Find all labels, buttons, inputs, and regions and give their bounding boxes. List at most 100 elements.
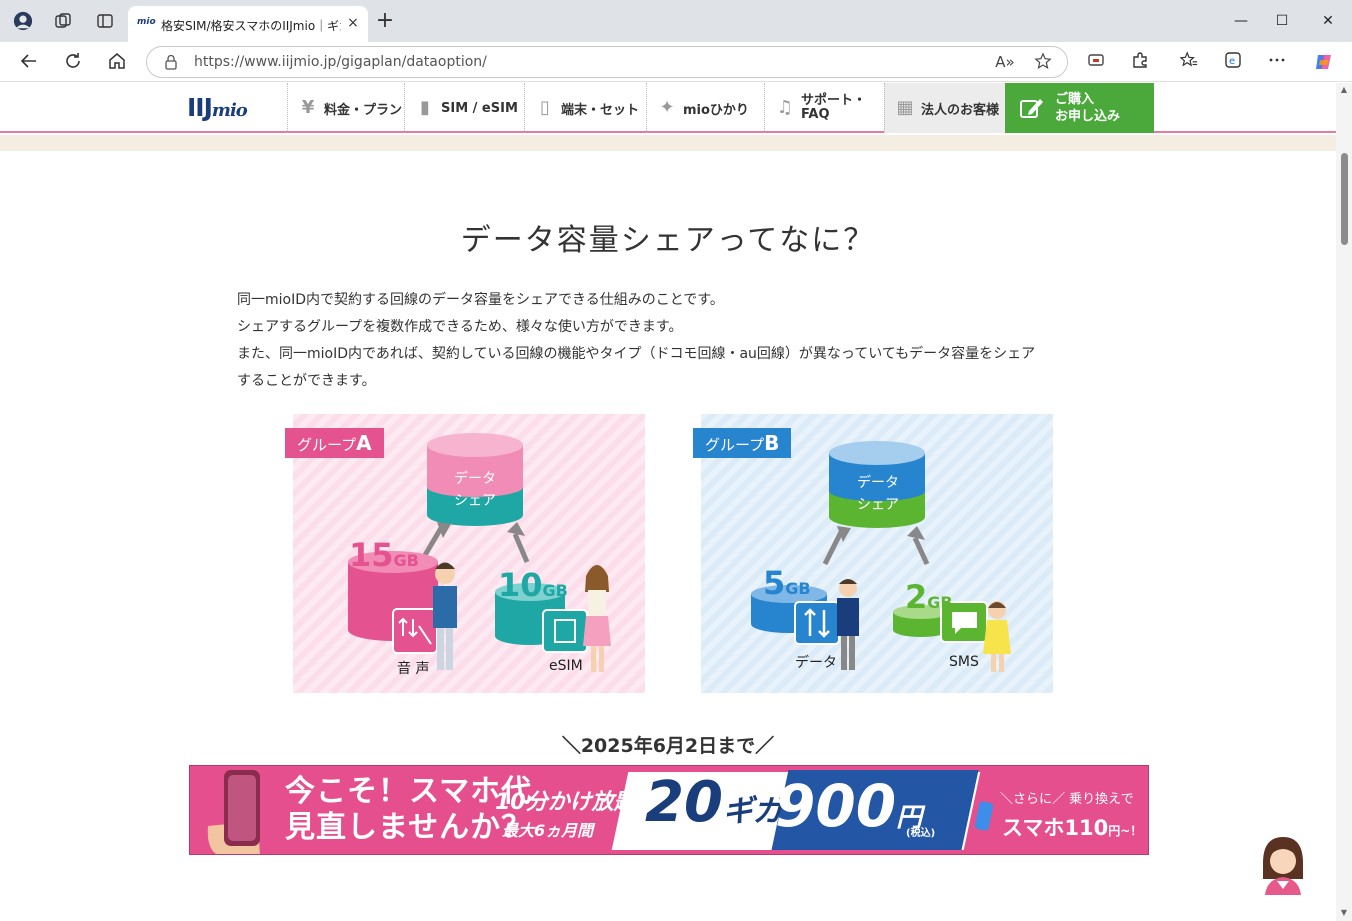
apply-line1: ご購入 bbox=[1055, 92, 1095, 107]
tab-actions-icon[interactable] bbox=[95, 11, 115, 31]
group-a-right-label: eSIM bbox=[549, 658, 583, 674]
group-b-right-label: SMS bbox=[949, 654, 979, 670]
group-b-right-amount: 2GB bbox=[905, 578, 953, 616]
read-aloud-icon[interactable]: A» bbox=[995, 52, 1015, 72]
tab-favicon: mio bbox=[137, 17, 156, 27]
yen-icon: ¥ bbox=[301, 97, 315, 118]
site-header: IIJmio ¥ 料金・プラン ▮ SIM / eSIM ▯ 端末・セット ✦ … bbox=[0, 83, 1336, 133]
scroll-thumb[interactable] bbox=[1341, 153, 1348, 245]
group-b-right-unit: GB bbox=[927, 593, 953, 612]
favorites-icon[interactable] bbox=[1178, 51, 1200, 73]
intro-paragraph: 同一mioID内で契約する回線のデータ容量をシェアできる仕組みのことです。 シェ… bbox=[237, 287, 1107, 395]
banner-phone-price-text: スマホ110 bbox=[1002, 816, 1109, 840]
intro-line-4: することができます。 bbox=[237, 373, 376, 389]
group-b-diagram bbox=[751, 441, 1011, 672]
browser-toolbar: https://www.iijmio.jp/gigaplan/dataoptio… bbox=[0, 42, 1352, 82]
page-title: データ容量シェアってなに？ bbox=[460, 223, 876, 258]
building-icon: ▦ bbox=[896, 97, 914, 118]
group-b-left-amount-num: 5 bbox=[763, 564, 786, 602]
browser-tab-active[interactable]: mio 格安SIM/格安スマホのIIJmio｜ギガプ × bbox=[128, 6, 368, 42]
group-a-left-amount-num: 15 bbox=[349, 536, 394, 574]
smartphone-hand-icon bbox=[207, 770, 260, 854]
nav-business[interactable]: ▦ 法人のお客様 bbox=[884, 83, 1005, 133]
apply-line2: お申し込み bbox=[1055, 109, 1121, 124]
nav-hikari[interactable]: ✦ mioひかり bbox=[646, 83, 764, 133]
group-b-left-label: データ bbox=[795, 655, 837, 671]
browser-titlebar: mio 格安SIM/格安スマホのIIJmio｜ギガプ × + — ☐ ✕ bbox=[0, 0, 1352, 42]
extensions-icon[interactable] bbox=[1129, 51, 1151, 73]
banner-giga-num: 20 bbox=[645, 770, 723, 835]
refresh-icon[interactable] bbox=[62, 51, 84, 73]
group-a-share-line1: データ bbox=[454, 471, 496, 487]
app-available-icon[interactable] bbox=[1085, 51, 1107, 73]
page-viewport: IIJmio ¥ 料金・プラン ▮ SIM / eSIM ▯ 端末・セット ✦ … bbox=[0, 83, 1352, 921]
banner-price: 900円 bbox=[775, 772, 922, 840]
more-icon[interactable] bbox=[1266, 51, 1288, 73]
group-b-left-amount: 5GB bbox=[763, 564, 811, 602]
collections-icon[interactable]: e bbox=[1222, 51, 1244, 73]
nav-hikari-label: mioひかり bbox=[683, 102, 749, 118]
group-a-right-unit: GB bbox=[542, 581, 568, 600]
sparkle-icon: ✦ bbox=[659, 97, 675, 118]
site-logo[interactable]: IIJmio bbox=[187, 93, 267, 123]
home-icon[interactable] bbox=[106, 51, 128, 73]
nav-pricing-label: 料金・プラン bbox=[324, 102, 403, 118]
address-bar[interactable]: https://www.iijmio.jp/gigaplan/dataoptio… bbox=[146, 46, 1068, 78]
header-band bbox=[0, 135, 1336, 151]
back-icon[interactable] bbox=[18, 51, 40, 73]
svg-text:e: e bbox=[1229, 56, 1235, 67]
banner-period: 最大6ヵ月間 bbox=[502, 821, 594, 840]
group-b-share-line2: シェア bbox=[857, 497, 899, 513]
phone-icon bbox=[974, 801, 994, 831]
group-b-share-line1: データ bbox=[857, 475, 899, 491]
nav-support[interactable]: ♫ サポート・ FAQ bbox=[764, 83, 884, 133]
apply-button[interactable]: ご購入 お申し込み bbox=[1005, 83, 1154, 133]
chat-support-avatar[interactable] bbox=[1257, 833, 1309, 895]
minimize-button[interactable]: — bbox=[1226, 8, 1256, 34]
tab-title: 格安SIM/格安スマホのIIJmio｜ギガプ bbox=[161, 19, 341, 33]
banner-giga-unit: ギガ bbox=[722, 794, 783, 829]
nav-support-line1: サポート・ bbox=[801, 93, 867, 108]
edit-icon bbox=[1020, 99, 1043, 118]
group-a-left-label: 音 声 bbox=[397, 661, 430, 677]
group-b-share-label: データ シェア bbox=[835, 472, 921, 516]
banner-phone-price: スマホ110円~！ bbox=[1002, 812, 1142, 842]
profile-icon[interactable] bbox=[13, 11, 33, 31]
copilot-icon[interactable] bbox=[1313, 51, 1335, 73]
group-a-left-unit: GB bbox=[393, 551, 419, 570]
nav-sim-label: SIM / eSIM bbox=[441, 100, 518, 116]
nav-pricing[interactable]: ¥ 料金・プラン bbox=[287, 83, 404, 133]
close-window-button[interactable]: ✕ bbox=[1313, 8, 1343, 34]
scroll-up-icon[interactable]: ▲ bbox=[1339, 86, 1349, 94]
page-scrollbar[interactable]: ▲ ▼ bbox=[1336, 83, 1352, 921]
favorite-star-icon[interactable] bbox=[1033, 52, 1053, 72]
banner-price-num: 900 bbox=[775, 772, 897, 840]
lock-icon[interactable] bbox=[164, 54, 178, 70]
logo-main-text: IIJ bbox=[187, 93, 213, 122]
scroll-down-icon[interactable]: ▼ bbox=[1339, 909, 1349, 917]
group-a-right-amount: 10GB bbox=[498, 566, 568, 604]
group-a-share-label: データ シェア bbox=[432, 468, 518, 512]
group-b-left-unit: GB bbox=[785, 579, 811, 598]
nav-devices[interactable]: ▯ 端末・セット bbox=[524, 83, 646, 133]
campaign-deadline: ＼2025年6月2日まで／ bbox=[561, 735, 775, 757]
intro-line-3: また、同一mioID内であれば、契約している回線の機能やタイプ（ドコモ回線・au… bbox=[237, 346, 1036, 362]
tab-close-icon[interactable]: × bbox=[344, 14, 362, 32]
workspaces-icon[interactable] bbox=[53, 11, 73, 31]
group-a-share-line2: シェア bbox=[454, 493, 496, 509]
nav-business-label: 法人のお客様 bbox=[921, 102, 1000, 118]
intro-line-2: シェアするグループを複数作成できるため、様々な使い方ができます。 bbox=[237, 319, 683, 335]
group-b-illustration: グループB データ シェア 5GB データ 2GB SMS bbox=[693, 414, 1053, 693]
headset-icon: ♫ bbox=[776, 97, 794, 118]
banner-switch-offer: ＼さらに／ 乗り換えで bbox=[1000, 792, 1134, 807]
nav-support-label: サポート・ FAQ bbox=[801, 94, 866, 122]
banner-phone-price-unit: 円~！ bbox=[1108, 824, 1143, 838]
nav-sim[interactable]: ▮ SIM / eSIM bbox=[404, 83, 524, 133]
url-text[interactable]: https://www.iijmio.jp/gigaplan/dataoptio… bbox=[194, 54, 487, 72]
group-a-illustration: グループA データ シェア 15GB 音 声 10GB eSIM bbox=[285, 414, 645, 693]
campaign-banner[interactable]: 今こそ！スマホ代 見直しませんか？ 10分かけ放題 最大6ヵ月間 20ギガ 90… bbox=[189, 765, 1149, 855]
new-tab-button[interactable]: + bbox=[374, 10, 396, 33]
banner-giga: 20ギガ bbox=[645, 770, 783, 835]
group-a-diagram bbox=[348, 433, 611, 672]
maximize-button[interactable]: ☐ bbox=[1267, 8, 1297, 34]
